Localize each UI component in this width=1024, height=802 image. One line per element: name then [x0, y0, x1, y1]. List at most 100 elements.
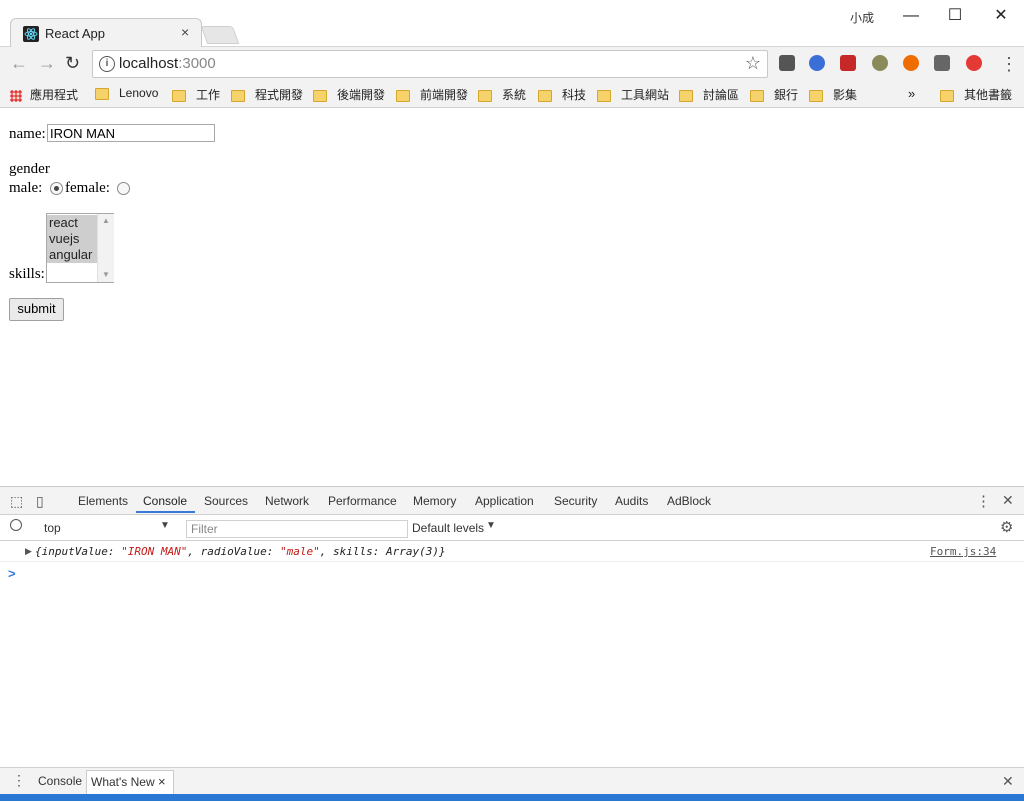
bookmark-folder[interactable]: 後端開發: [313, 86, 385, 103]
drawer-tab-console[interactable]: Console: [38, 774, 82, 788]
console-filter-input[interactable]: Filter: [186, 520, 408, 538]
folder-icon: [597, 89, 611, 102]
devtools-close-icon[interactable]: ✕: [1002, 492, 1014, 509]
devtools-menu-icon[interactable]: ⋮: [976, 492, 991, 510]
skills-label: skills:: [9, 266, 45, 282]
active-tab-indicator: [136, 511, 195, 513]
tab-application[interactable]: Application: [475, 494, 534, 508]
device-toolbar-icon[interactable]: ▯: [36, 493, 44, 510]
extension-icon-2[interactable]: [809, 55, 825, 71]
log-levels-dropdown[interactable]: Default levels: [412, 521, 484, 535]
female-radio[interactable]: [117, 182, 130, 195]
log-object-text: {inputValue: "IRON MAN", radioValue: "ma…: [35, 545, 446, 558]
console-prompt[interactable]: >: [8, 566, 16, 581]
bookmarks-overflow-icon[interactable]: »: [908, 86, 915, 101]
context-selector[interactable]: top: [44, 521, 61, 535]
female-label: female:: [65, 180, 110, 196]
new-tab-button[interactable]: [200, 26, 240, 44]
folder-icon: [313, 89, 327, 102]
bookmark-folder[interactable]: 科技: [538, 86, 586, 103]
tab-title: React App: [45, 26, 105, 41]
info-icon[interactable]: i: [99, 56, 115, 72]
name-input[interactable]: IRON MAN: [47, 124, 215, 142]
address-bar[interactable]: i localhost:3000 ☆: [92, 50, 768, 78]
skills-select[interactable]: react vuejs angular ▲ ▼: [46, 213, 114, 283]
expand-triangle-icon[interactable]: ▶: [25, 546, 32, 557]
drawer-tab-whats-new[interactable]: What's New ×: [86, 770, 174, 794]
bookmark-folder[interactable]: 工作: [172, 86, 220, 103]
male-radio[interactable]: [50, 182, 63, 195]
reload-icon[interactable]: ↻: [65, 53, 80, 74]
select-scrollbar[interactable]: ▲ ▼: [97, 214, 114, 282]
tab-console[interactable]: Console: [143, 494, 187, 508]
browser-menu-icon[interactable]: ⋮: [1000, 54, 1018, 75]
name-label: name:: [9, 126, 46, 142]
chevron-down-icon[interactable]: ▼: [160, 520, 170, 531]
bookmark-apps[interactable]: 應用程式: [10, 86, 78, 103]
male-label: male:: [9, 180, 43, 196]
clear-console-icon[interactable]: [10, 519, 22, 531]
bookmark-star-icon[interactable]: ☆: [745, 53, 761, 74]
drawer-tab-close-icon[interactable]: ×: [158, 774, 166, 789]
extension-icon-6[interactable]: [934, 55, 950, 71]
bookmark-folder[interactable]: 討論區: [679, 86, 739, 103]
extension-icon-4[interactable]: [872, 55, 888, 71]
taskbar-edge: [0, 794, 1024, 801]
inspect-element-icon[interactable]: ⬚: [10, 493, 23, 510]
extension-icon-5[interactable]: [903, 55, 919, 71]
maximize-button[interactable]: ☐: [932, 4, 978, 32]
browser-toolbar: ← → ↻ i localhost:3000 ☆: [0, 47, 1024, 81]
extension-icon-3[interactable]: [840, 55, 856, 71]
minimize-button[interactable]: —: [888, 4, 934, 32]
submit-button[interactable]: submit: [9, 298, 64, 321]
bookmark-folder[interactable]: 影集: [809, 86, 857, 103]
browser-tab[interactable]: React App ×: [10, 18, 202, 48]
drawer-close-icon[interactable]: ✕: [1002, 773, 1014, 790]
other-bookmarks[interactable]: 其他書籤: [940, 86, 1012, 103]
console-filter-bar: top ▼ Filter Default levels ▼ ⚙: [0, 515, 1024, 541]
tab-security[interactable]: Security: [554, 494, 597, 508]
settings-gear-icon[interactable]: ⚙: [1000, 518, 1013, 536]
skill-option[interactable]: angular: [47, 247, 97, 263]
log-source-link[interactable]: Form.js:34: [930, 545, 996, 558]
react-icon: [23, 26, 39, 42]
tab-elements[interactable]: Elements: [78, 494, 128, 508]
console-log-entry[interactable]: ▶ {inputValue: "IRON MAN", radioValue: "…: [0, 541, 1024, 562]
folder-icon: [172, 89, 186, 102]
title-bar: React App × 小成 — ☐ ✕: [0, 0, 1024, 48]
bookmark-folder[interactable]: 程式開發: [231, 86, 303, 103]
profile-name[interactable]: 小成: [850, 9, 874, 26]
devtools-tabbar: ⬚ ▯ Elements Console Sources Network Per…: [0, 487, 1024, 515]
back-arrow-icon[interactable]: ←: [10, 53, 28, 74]
tab-audits[interactable]: Audits: [615, 494, 648, 508]
devtools-panel: ⬚ ▯ Elements Console Sources Network Per…: [0, 486, 1024, 802]
folder-icon: [809, 89, 823, 102]
bookmark-folder[interactable]: 工具網站: [597, 86, 669, 103]
tab-performance[interactable]: Performance: [328, 494, 397, 508]
folder-icon: [478, 89, 492, 102]
gender-label: gender: [9, 161, 50, 177]
forward-arrow-icon[interactable]: →: [38, 53, 56, 74]
skill-option[interactable]: vuejs: [47, 231, 97, 247]
bookmark-folder[interactable]: 銀行: [750, 86, 798, 103]
close-window-button[interactable]: ✕: [978, 4, 1024, 32]
bookmark-folder[interactable]: Lenovo: [95, 86, 158, 100]
scroll-down-icon[interactable]: ▼: [102, 270, 110, 279]
drawer-menu-icon[interactable]: ⋮: [12, 772, 26, 789]
apps-grid-icon: [10, 89, 22, 102]
folder-icon: [750, 89, 764, 102]
tab-close-icon[interactable]: ×: [181, 24, 189, 40]
extension-icon-1[interactable]: [779, 55, 795, 71]
opera-extension-icon[interactable]: [966, 55, 982, 71]
tab-sources[interactable]: Sources: [204, 494, 248, 508]
tab-memory[interactable]: Memory: [413, 494, 456, 508]
tab-network[interactable]: Network: [265, 494, 309, 508]
bookmark-folder[interactable]: 前端開發: [396, 86, 468, 103]
bookmark-folder[interactable]: 系統: [478, 86, 526, 103]
folder-icon: [95, 87, 109, 100]
scroll-up-icon[interactable]: ▲: [102, 216, 110, 225]
skill-option[interactable]: react: [47, 215, 97, 231]
folder-icon: [940, 89, 954, 102]
chevron-down-icon[interactable]: ▼: [486, 520, 496, 531]
tab-adblock[interactable]: AdBlock: [667, 494, 711, 508]
